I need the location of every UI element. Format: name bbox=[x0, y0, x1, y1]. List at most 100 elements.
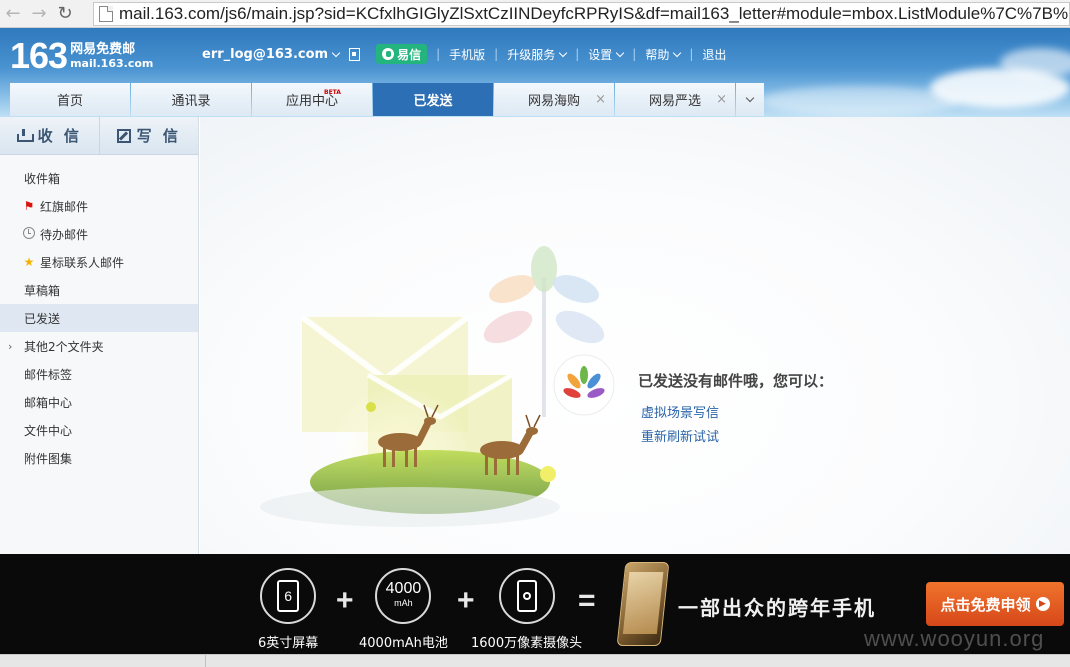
camera-icon bbox=[498, 568, 555, 624]
tab-label: 已发送 bbox=[413, 94, 453, 109]
top-links: err_log@163.com 易信 | 手机版 | 升级服务 | 设置 | 帮… bbox=[202, 44, 726, 64]
banner-slogan: 一部出众的跨年手机 bbox=[678, 596, 876, 620]
yixin-icon bbox=[382, 48, 395, 60]
mobile-link[interactable]: 手机版 bbox=[449, 46, 485, 63]
chevron-down-icon[interactable] bbox=[558, 48, 568, 57]
tab-contacts[interactable]: 通讯录 bbox=[131, 83, 251, 116]
folder-label: 邮件标签 bbox=[24, 367, 73, 382]
refresh-link[interactable]: 重新刷新试试 bbox=[641, 426, 719, 445]
folder-label: 邮箱中心 bbox=[24, 395, 73, 410]
reload-icon[interactable]: ↻ bbox=[52, 1, 78, 27]
receive-button[interactable]: 收 信 bbox=[0, 117, 100, 154]
tab-sent[interactable]: 已发送 bbox=[373, 83, 493, 116]
chevron-right-icon[interactable]: › bbox=[8, 340, 12, 353]
feature-screen-label: 6英寸屏幕 bbox=[258, 636, 319, 651]
tab-label: 通讯录 bbox=[171, 94, 211, 109]
folder-label: 附件图集 bbox=[24, 451, 73, 466]
battery-icon: 4000 mAh bbox=[375, 568, 432, 624]
address-bar[interactable]: mail.163.com/js6/main.jsp?sid=KCfxlhGIGl… bbox=[93, 2, 1070, 26]
write-label: 写 信 bbox=[136, 127, 181, 145]
logo-cn-name: 网易免费邮 bbox=[70, 42, 136, 57]
clock-icon bbox=[22, 226, 36, 242]
equals-sign: = bbox=[578, 584, 596, 617]
tab-more-button[interactable] bbox=[736, 83, 764, 116]
folder-other[interactable]: › 其他2个文件夹 bbox=[0, 332, 198, 360]
mobile-qr-icon[interactable] bbox=[349, 47, 361, 61]
phone-screen-icon: 6 bbox=[260, 568, 317, 624]
logo-number: 163 bbox=[10, 35, 68, 76]
tab-label: 网易严选 bbox=[648, 94, 701, 109]
feature-camera: 1600万像素摄像头 bbox=[471, 568, 582, 651]
feature-camera-label: 1600万像素摄像头 bbox=[471, 636, 583, 651]
empty-state-illustration bbox=[260, 246, 615, 527]
close-icon[interactable]: × bbox=[595, 92, 606, 107]
feature-screen: 6 6英寸屏幕 bbox=[258, 568, 318, 651]
tab-label: 首页 bbox=[56, 94, 83, 109]
folder-label: 星标联系人邮件 bbox=[40, 255, 125, 270]
claim-free-button[interactable]: 点击免费申领 ▶ bbox=[926, 582, 1064, 626]
watermark: www.wooyun.org bbox=[864, 626, 1045, 651]
tab-app-center[interactable]: 应用中心 BETA bbox=[252, 83, 372, 116]
chevron-down-icon bbox=[745, 93, 755, 103]
page-icon bbox=[99, 6, 113, 22]
empty-message: 已发送没有邮件哦，您可以： bbox=[638, 372, 834, 390]
chevron-down-icon[interactable] bbox=[673, 48, 682, 57]
tab-bar: 首页 通讯录 应用中心 BETA 已发送 网易海购 × 网易严选 × bbox=[10, 83, 764, 117]
feature-battery: 4000 mAh 4000mAh电池 bbox=[359, 568, 448, 651]
cta-label: 点击免费申领 bbox=[940, 595, 1031, 614]
logout-link[interactable]: 退出 bbox=[702, 46, 726, 63]
write-button[interactable]: 写 信 bbox=[100, 117, 199, 154]
folder-label: 收件箱 bbox=[24, 171, 61, 186]
folder-attachments[interactable]: 附件图集 bbox=[0, 444, 198, 472]
star-icon: ★ bbox=[23, 255, 35, 269]
virtual-scene-write-link[interactable]: 虚拟场景写信 bbox=[641, 402, 719, 421]
mail-list-area: 已发送没有邮件哦，您可以： 虚拟场景写信 重新刷新试试 bbox=[200, 117, 1070, 554]
folder-flagged[interactable]: ⚑ 红旗邮件 bbox=[0, 192, 198, 220]
arrow-right-icon: ▶ bbox=[1035, 597, 1050, 611]
logo-domain: mail.163.com bbox=[70, 57, 154, 70]
folder-inbox[interactable]: 收件箱 bbox=[0, 164, 198, 192]
folder-label: 待办邮件 bbox=[40, 227, 89, 242]
tab-home[interactable]: 首页 bbox=[10, 83, 130, 116]
tab-haigou[interactable]: 网易海购 × bbox=[494, 83, 614, 116]
forward-icon[interactable]: → bbox=[26, 1, 52, 27]
url-text: mail.163.com/js6/main.jsp?sid=KCfxlhGIGl… bbox=[119, 4, 1069, 23]
feature-battery-label: 4000mAh电池 bbox=[359, 636, 448, 651]
upgrade-link[interactable]: 升级服务 bbox=[507, 46, 555, 63]
yixin-button[interactable]: 易信 bbox=[376, 44, 428, 64]
compose-icon bbox=[116, 128, 131, 143]
mail-header: 163 网易免费邮 mail.163.com err_log@163.com 易… bbox=[0, 28, 1070, 117]
folder-label: 红旗邮件 bbox=[40, 199, 89, 214]
folder-todo[interactable]: 待办邮件 bbox=[0, 220, 198, 248]
folder-tags[interactable]: 邮件标签 bbox=[0, 360, 198, 388]
settings-link[interactable]: 设置 bbox=[588, 46, 612, 63]
folder-mailbox-center[interactable]: 邮箱中心 bbox=[0, 388, 198, 416]
folder-label: 草稿箱 bbox=[24, 283, 61, 298]
folder-list: 收件箱 ⚑ 红旗邮件 待办邮件 ★ 星标联系人邮件 草稿箱 已发送 › 其他2个文件夹… bbox=[0, 155, 198, 472]
folder-label: 其他2个文件夹 bbox=[24, 339, 104, 354]
back-icon[interactable]: ← bbox=[0, 1, 26, 27]
tab-label: 网易海购 bbox=[527, 94, 580, 109]
browser-toolbar: ← → ↻ mail.163.com/js6/main.jsp?sid=KCfx… bbox=[0, 0, 1070, 28]
inbox-download-icon bbox=[16, 129, 34, 142]
folder-label: 文件中心 bbox=[24, 423, 73, 438]
folder-file-center[interactable]: 文件中心 bbox=[0, 416, 198, 444]
browser-statusbar bbox=[0, 654, 1070, 667]
folder-sent[interactable]: 已发送 bbox=[0, 304, 198, 332]
ad-banner[interactable]: 6 6英寸屏幕 + 4000 mAh 4000mAh电池 + 1600万像素摄像… bbox=[0, 554, 1070, 654]
plus-sign: + bbox=[336, 584, 354, 617]
receive-label: 收 信 bbox=[37, 127, 82, 145]
red-flag-icon: ⚑ bbox=[23, 199, 35, 213]
user-email[interactable]: err_log@163.com bbox=[202, 47, 328, 62]
chevron-down-icon[interactable] bbox=[331, 48, 341, 57]
tab-yanxuan[interactable]: 网易严选 × bbox=[615, 83, 735, 116]
sidebar: 收 信 写 信 收件箱 ⚑ 红旗邮件 待办邮件 ★ 星标联系人邮件 草稿箱 已发送 … bbox=[0, 117, 199, 554]
folder-drafts[interactable]: 草稿箱 bbox=[0, 276, 198, 304]
folder-label: 已发送 bbox=[24, 311, 61, 326]
chevron-down-icon[interactable] bbox=[616, 48, 625, 57]
close-icon[interactable]: × bbox=[716, 92, 727, 107]
folder-starred-contacts[interactable]: ★ 星标联系人邮件 bbox=[0, 248, 198, 276]
help-link[interactable]: 帮助 bbox=[645, 46, 669, 63]
mail-logo[interactable]: 163 网易免费邮 mail.163.com bbox=[10, 38, 153, 74]
yixin-label: 易信 bbox=[397, 47, 422, 62]
